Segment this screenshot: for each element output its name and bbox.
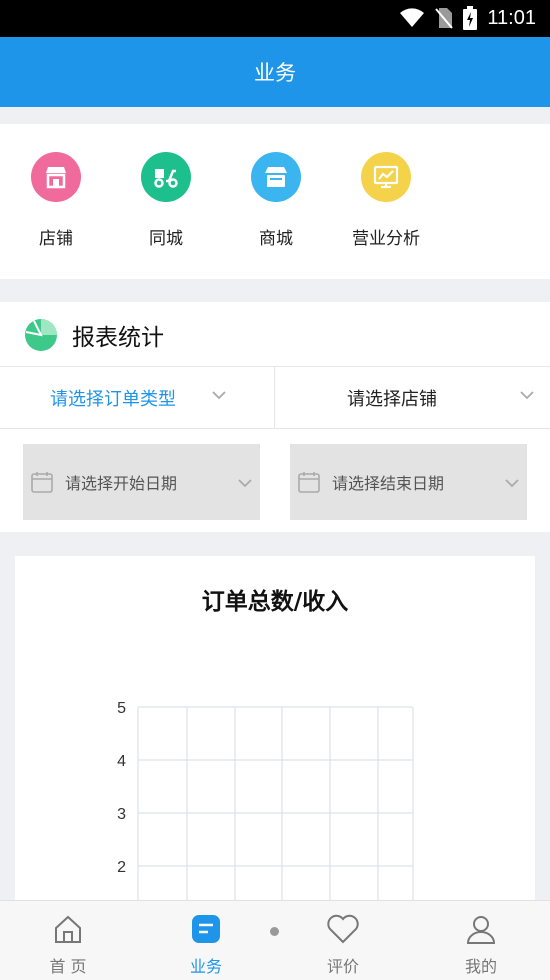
start-date-picker[interactable]: 请选择开始日期 (23, 444, 260, 520)
tab-review[interactable]: 评价 (298, 913, 388, 977)
store-select[interactable]: 请选择店铺 (275, 368, 550, 428)
quick-item-mall[interactable]: 商城 (221, 152, 331, 249)
heart-icon (327, 914, 359, 944)
quick-item-analysis[interactable]: 营业分析 (331, 152, 441, 249)
calendar-icon (298, 472, 320, 493)
status-time: 11:01 (487, 6, 536, 29)
y-tick-label: 4 (117, 753, 126, 770)
divider (0, 428, 550, 429)
store-icon (31, 152, 81, 202)
no-sim-icon (435, 8, 454, 29)
business-icon (192, 915, 220, 943)
tab-label: 评价 (326, 957, 359, 976)
quick-label: 营业分析 (352, 229, 420, 249)
user-icon (466, 916, 496, 944)
tab-label: 业务 (189, 957, 222, 976)
app-header: 业务 (0, 37, 550, 107)
end-date-text: 请选择结束日期 (332, 474, 445, 493)
home-icon (55, 915, 81, 943)
indicator-dot (270, 927, 279, 936)
page-title: 业务 (254, 61, 296, 85)
quick-item-store[interactable]: 店铺 (1, 152, 111, 249)
quick-entry-card: 店铺 同城 商城 营业分析 (0, 124, 550, 279)
analysis-icon (361, 152, 411, 202)
tab-home[interactable]: 首 页 (23, 913, 113, 977)
chevron-down-icon (520, 391, 534, 400)
quick-label: 同城 (149, 229, 183, 249)
delivery-icon (141, 152, 191, 202)
order-type-select[interactable]: 请选择订单类型 (0, 368, 274, 428)
start-date-text: 请选择开始日期 (65, 474, 178, 493)
y-tick-label: 2 (117, 859, 126, 876)
tab-label: 首 页 (49, 957, 87, 976)
shop-icon (251, 152, 301, 202)
store-select-text: 请选择店铺 (347, 389, 437, 410)
report-header: 报表统计 (24, 318, 164, 352)
chevron-down-icon (238, 479, 252, 488)
y-tick-label: 3 (117, 806, 126, 823)
pie-chart-icon (25, 319, 57, 351)
order-type-text: 请选择订单类型 (50, 389, 176, 410)
end-date-picker[interactable]: 请选择结束日期 (290, 444, 527, 520)
status-bar: 11:01 (0, 0, 550, 37)
quick-label: 店铺 (39, 229, 73, 249)
y-tick-label: 5 (117, 700, 126, 717)
wifi-icon (400, 8, 425, 27)
chevron-down-icon (505, 479, 519, 488)
quick-label: 商城 (259, 229, 293, 249)
tab-mine[interactable]: 我的 (436, 913, 526, 977)
bottom-tab-bar: 首 页 业务 评价 我的 (0, 900, 550, 980)
chevron-down-icon (212, 391, 226, 400)
status-icons: 11:01 (399, 6, 536, 30)
quick-item-local[interactable]: 同城 (111, 152, 221, 249)
divider (0, 366, 550, 367)
tab-label: 我的 (464, 957, 497, 976)
report-card: 报表统计 请选择订单类型 请选择店铺 请选择开始日期 请选择结束日期 (0, 302, 550, 532)
calendar-icon (31, 472, 53, 493)
tab-business[interactable]: 业务 (161, 913, 251, 977)
battery-icon (463, 6, 478, 30)
report-title: 报表统计 (72, 325, 164, 351)
